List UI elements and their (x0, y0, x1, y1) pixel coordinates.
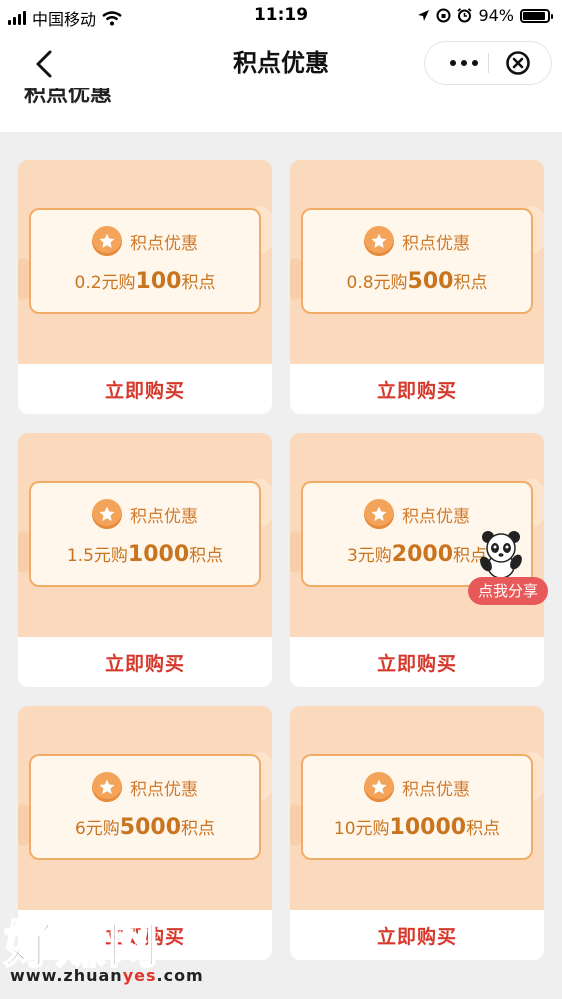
buy-now-label: 立即购买 (104, 652, 185, 675)
offer-badge-label: 积点优惠 (130, 779, 198, 800)
buy-now-label: 立即购买 (104, 379, 185, 402)
offer-price: 0.8元购500积点 (346, 269, 488, 294)
star-icon (364, 226, 394, 256)
star-icon (364, 499, 394, 529)
offer-price: 1.5元购1000积点 (66, 542, 224, 567)
battery-percent: 94% (478, 6, 514, 25)
buy-now-button[interactable]: 立即购买 (18, 364, 272, 414)
offer-coupon: 积点优惠 10元购10000积点 (301, 754, 533, 860)
offer-coupon: 积点优惠 0.2元购100积点 (29, 208, 261, 314)
offer-price: 0.2元购100积点 (74, 269, 216, 294)
buy-now-button[interactable]: 立即购买 (290, 910, 544, 960)
capsule-divider (488, 53, 489, 73)
nav-bar: 积点优惠 积点优惠 (0, 32, 562, 132)
offer-price: 10元购10000积点 (333, 815, 501, 840)
buy-now-button[interactable]: 立即购买 (290, 637, 544, 687)
buy-now-label: 立即购买 (376, 652, 457, 675)
watermark-url: www.zhuanyes.com (10, 966, 204, 985)
offer-price: 6元购5000积点 (74, 815, 216, 840)
status-bar: 中国移动 11:19 94% (0, 0, 562, 32)
offer-badge-label: 积点优惠 (130, 233, 198, 254)
offer-card: 积点优惠 10元购10000积点 立即购买 (290, 706, 544, 960)
offer-card: 积点优惠 0.2元购100积点 立即购买 (18, 160, 272, 414)
offer-badge-label: 积点优惠 (402, 233, 470, 254)
offer-card: 积点优惠 0.8元购500积点 立即购买 (290, 160, 544, 414)
buy-now-label: 立即购买 (376, 925, 457, 948)
offer-coupon: 积点优惠 0.8元购500积点 (301, 208, 533, 314)
rotation-lock-icon (436, 8, 451, 23)
star-icon (92, 226, 122, 256)
close-circle-icon[interactable] (505, 50, 531, 76)
buy-now-button[interactable]: 立即购买 (18, 637, 272, 687)
star-icon (364, 772, 394, 802)
battery-icon (520, 8, 553, 23)
offer-coupon: 积点优惠 6元购5000积点 (29, 754, 261, 860)
panda-mascot-icon (480, 531, 522, 579)
share-label: 点我分享 (468, 577, 548, 605)
star-icon (92, 499, 122, 529)
offer-badge-label: 积点优惠 (402, 779, 470, 800)
offer-badge-label: 积点优惠 (130, 506, 198, 527)
offer-badge-label: 积点优惠 (402, 506, 470, 527)
page-heading: 积点优惠 (24, 88, 113, 107)
location-icon (418, 10, 430, 21)
buy-now-button[interactable]: 立即购买 (290, 364, 544, 414)
buy-now-label: 立即购买 (376, 379, 457, 402)
offer-coupon: 积点优惠 1.5元购1000积点 (29, 481, 261, 587)
alarm-icon (457, 8, 473, 23)
offer-card: 积点优惠 1.5元购1000积点 立即购买 (18, 433, 272, 687)
star-icon (92, 772, 122, 802)
mini-program-capsule (424, 41, 552, 85)
more-dots-icon[interactable] (439, 42, 489, 84)
